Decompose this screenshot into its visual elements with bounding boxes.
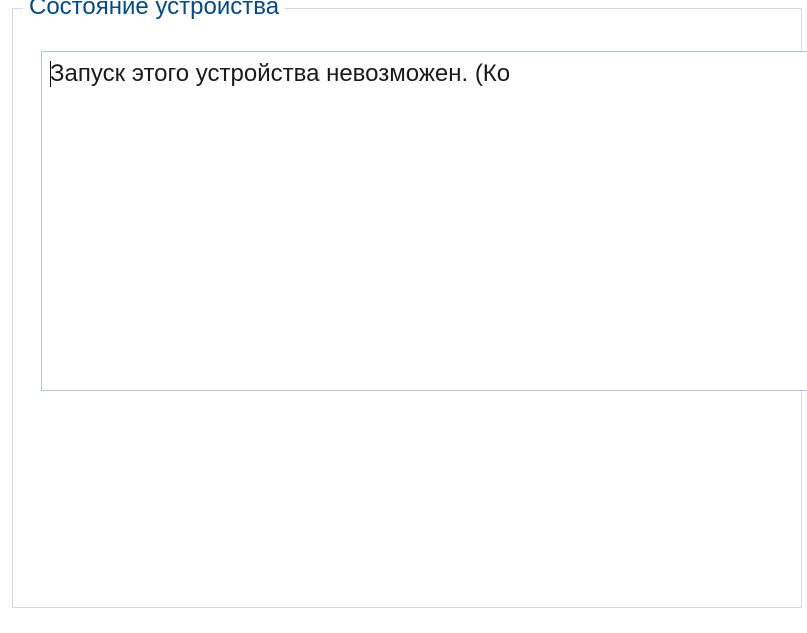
device-status-group: Состояние устройства Запуск этого устрой… (12, 8, 802, 608)
device-status-group-title: Состояние устройства (23, 0, 285, 21)
device-status-text[interactable]: Запуск этого устройства невозможен. (Ко (41, 51, 807, 391)
device-status-message: Запуск этого устройства невозможен. (Ко (50, 60, 510, 87)
